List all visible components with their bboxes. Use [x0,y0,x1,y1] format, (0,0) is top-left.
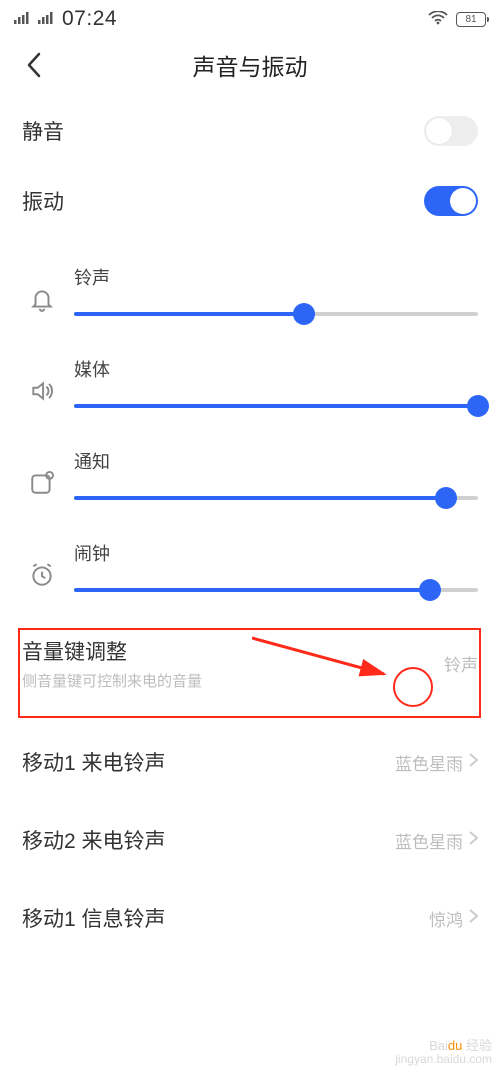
sim2-call-label: 移动2 来电铃声 [22,825,166,855]
sim2-call-ringtone-row[interactable]: 移动2 来电铃声 蓝色星雨 [0,801,500,879]
media-slider-block: 媒体 [22,356,478,408]
ringtone-slider[interactable] [74,312,478,316]
sim1-msg-ringtone-row[interactable]: 移动1 信息铃声 惊鸿 [0,879,500,939]
sim1-msg-value: 惊鸿 [429,906,463,931]
mute-toggle[interactable] [424,116,478,146]
chevron-right-icon [469,752,478,772]
chevron-left-icon [25,51,43,79]
alarm-slider[interactable] [74,588,478,592]
mute-label: 静音 [22,116,64,146]
vibrate-toggle[interactable] [424,186,478,216]
title-bar: 声音与振动 [0,34,500,96]
sim1-call-label: 移动1 来电铃声 [22,747,166,777]
status-time: 07:24 [62,7,117,31]
sim2-call-value: 蓝色星雨 [395,828,463,853]
notification-badge-icon [22,448,62,496]
alarm-slider-block: 闹钟 [22,540,478,592]
media-slider-label: 媒体 [74,356,478,382]
volume-key-row[interactable]: 音量键调整 侧音量键可控制来电的音量 铃声 [0,618,500,709]
ringtone-slider-label: 铃声 [74,264,478,290]
status-left: 07:24 [14,7,117,31]
vibrate-label: 振动 [22,186,64,216]
volume-key-subtitle: 侧音量键可控制来电的音量 [22,670,202,691]
sim1-msg-label: 移动1 信息铃声 [22,903,166,933]
mute-row[interactable]: 静音 [0,96,500,166]
bell-icon [22,264,62,312]
alarm-slider-label: 闹钟 [74,540,478,566]
media-slider[interactable] [74,404,478,408]
battery-pct: 81 [465,14,476,25]
volume-key-value: 铃声 [444,651,478,676]
notification-slider[interactable] [74,496,478,500]
notification-slider-block: 通知 [22,448,478,500]
volume-sliders: 铃声 媒体 [0,254,500,592]
signal-4g-icon-2 [38,12,54,27]
watermark: Baidu 经验 jingyan.baidu.com [395,1039,492,1066]
notification-slider-label: 通知 [74,448,478,474]
watermark-url: jingyan.baidu.com [395,1053,492,1066]
ringtone-slider-block: 铃声 [22,264,478,316]
chevron-right-icon [469,908,478,928]
signal-4g-icon [14,12,30,27]
battery-icon: 81 [456,12,486,27]
status-bar: 07:24 81 [0,0,500,34]
page-title: 声音与振动 [0,48,500,82]
sim1-call-ringtone-row[interactable]: 移动1 来电铃声 蓝色星雨 [0,723,500,801]
status-right: 81 [428,11,486,28]
sim1-call-value: 蓝色星雨 [395,750,463,775]
vibrate-row[interactable]: 振动 [0,166,500,236]
chevron-right-icon [469,830,478,850]
alarm-clock-icon [22,540,62,588]
wifi-icon [428,11,448,28]
speaker-icon [22,356,62,404]
back-button[interactable] [18,49,50,81]
watermark-brand-a: Bai [429,1038,448,1053]
watermark-brand-b: 经验 [466,1038,492,1053]
volume-key-title: 音量键调整 [22,636,202,666]
